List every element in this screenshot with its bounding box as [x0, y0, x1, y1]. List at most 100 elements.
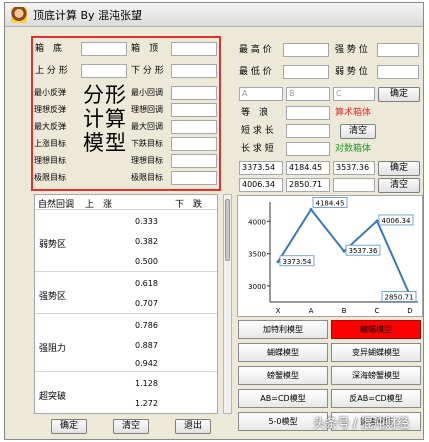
- zone-breakout: 超突破: [39, 392, 67, 402]
- y-tick-label: 3500: [248, 251, 266, 259]
- ideal-target2-field[interactable]: [171, 154, 217, 168]
- equal-wave-field[interactable]: [286, 106, 330, 120]
- confirm-abc-button[interactable]: 确定: [378, 87, 420, 102]
- y-tick-label: 3000: [248, 283, 266, 291]
- strong-pos-field[interactable]: [377, 43, 419, 57]
- ratio-value: 0.382: [135, 237, 158, 246]
- pattern-button-1[interactable]: 蝙蝠模型: [331, 320, 421, 339]
- ideal-pullback-field[interactable]: [171, 103, 217, 117]
- clear-ratio-button[interactable]: 清空: [340, 124, 376, 139]
- app-window: 顶底计算 By 混沌张望 箱 底 箱 顶 上 分 形 下 分 形 最小反弹 理想…: [4, 2, 424, 440]
- pattern-chart: 3000 3500 4000 X 3373.54 A 4184.45 B 3537.36 C 400…: [237, 195, 423, 317]
- data-point: [375, 219, 379, 223]
- limit-target2-label: 极限目标: [131, 173, 163, 182]
- data-label: 3373.54: [283, 258, 312, 266]
- ratio-list: 自然回调 上 涨 下 跌 0.333 0.382 0.500 弱势区 0.618…: [34, 194, 218, 414]
- window-title: 顶底计算 By 混沌张望: [33, 8, 143, 22]
- ideal-target2-label: 理想目标: [131, 156, 163, 165]
- pattern-button-6[interactable]: AB=CD模型: [238, 389, 328, 408]
- list-header-divider: [35, 209, 217, 210]
- x-tick-label: B: [342, 307, 347, 315]
- app-avatar-icon: [11, 6, 27, 23]
- max-price-label: 最 高 价: [239, 45, 272, 55]
- box-top-field[interactable]: [171, 42, 217, 56]
- point-c-input[interactable]: 4006.34: [239, 178, 283, 192]
- pattern-button-5[interactable]: 深海螃蟹模型: [331, 366, 421, 385]
- confirm-xabcd-button[interactable]: 确定: [378, 161, 420, 176]
- min-pullback-field[interactable]: [171, 86, 217, 100]
- zone-divider: [35, 271, 217, 272]
- down-fractal-field[interactable]: [171, 64, 217, 78]
- max-rebound-label: 最大反弹: [34, 122, 66, 131]
- short-long-label: 短 求 长: [241, 126, 274, 136]
- point-a-input[interactable]: 4184.45: [286, 161, 330, 175]
- down-fractal-label: 下 分 形: [131, 66, 164, 76]
- ratio-value: 0.707: [135, 299, 158, 308]
- point-x-input[interactable]: 3373.54: [239, 161, 283, 175]
- ratio-value: 1.272: [135, 399, 158, 408]
- limit-target-label: 极限目标: [34, 173, 66, 182]
- arith-box-label: 算术箱体: [335, 108, 372, 118]
- clear-button[interactable]: 清空: [113, 419, 149, 434]
- ratio-value: 0.942: [135, 359, 158, 368]
- rise-target-label: 上涨目标: [34, 139, 66, 148]
- big-title-3: 模型: [83, 131, 127, 155]
- zone-strong: 强势区: [39, 292, 67, 302]
- box-bottom-label: 箱 底: [35, 44, 63, 54]
- ratio-value: 0.887: [135, 341, 158, 350]
- point-b-field[interactable]: B: [286, 87, 330, 101]
- max-pullback-label: 最大回调: [131, 122, 163, 131]
- point-a-field[interactable]: A: [239, 87, 283, 101]
- point-b-input[interactable]: 3537.36: [333, 161, 375, 175]
- pattern-button-7[interactable]: 反AB=CD模型: [331, 389, 421, 408]
- pattern-button-4[interactable]: 螃蟹模型: [238, 366, 328, 385]
- ratio-value: 0.333: [135, 217, 158, 226]
- strong-pos-label: 强 势 位: [335, 45, 368, 55]
- pattern-button-2[interactable]: 蝴蝶模型: [238, 343, 328, 362]
- exit-button[interactable]: 退出: [175, 419, 211, 434]
- box-bottom-field[interactable]: [81, 42, 127, 56]
- watermark-text: 头条号 / 混沌财经: [313, 416, 409, 430]
- long-short-field[interactable]: [286, 142, 330, 156]
- box-top-label: 箱 顶: [131, 44, 159, 54]
- max-pullback-field[interactable]: [171, 120, 217, 134]
- up-fractal-field[interactable]: [81, 64, 127, 78]
- point-extra-input[interactable]: [333, 178, 375, 192]
- data-label: 4184.45: [316, 199, 345, 207]
- long-short-label: 长 求 短: [241, 144, 274, 154]
- ideal-target-label: 理想目标: [34, 156, 66, 165]
- min-price-field[interactable]: [283, 65, 329, 79]
- ratio-value: 0.500: [135, 257, 158, 266]
- pattern-chart-svg: 3000 3500 4000 X 3373.54 A 4184.45 B 3537.36 C 400…: [248, 197, 418, 315]
- data-label: 2850.71: [385, 294, 414, 302]
- list-scrollbar-thumb[interactable]: [225, 199, 230, 261]
- limit-target2-field[interactable]: [171, 171, 217, 185]
- min-price-label: 最 低 价: [239, 67, 272, 77]
- ideal-rebound-label: 理想反弹: [34, 105, 66, 114]
- zone-weak: 弱势区: [39, 240, 67, 250]
- pattern-button-0[interactable]: 加特利模型: [238, 320, 328, 339]
- x-tick-label: A: [309, 307, 314, 315]
- list-scrollbar[interactable]: [223, 194, 232, 414]
- data-label: 4006.34: [382, 217, 411, 225]
- weak-pos-field[interactable]: [377, 65, 419, 79]
- ideal-pullback-label: 理想回调: [131, 105, 163, 114]
- clear-xabcd-button[interactable]: 清空: [378, 178, 420, 193]
- data-point: [276, 260, 280, 264]
- short-long-field[interactable]: [286, 124, 330, 138]
- up-fractal-label: 上 分 形: [35, 66, 68, 76]
- fall-target-label: 下跌目标: [131, 139, 163, 148]
- zone-divider: [35, 371, 217, 372]
- confirm-button[interactable]: 确定: [51, 419, 87, 434]
- log-box-label: 对数箱体: [335, 144, 372, 154]
- y-tick-label: 4000: [248, 218, 266, 226]
- title-bar: 顶底计算 By 混沌张望: [5, 3, 423, 27]
- weak-pos-label: 弱 势 位: [335, 67, 368, 77]
- point-d-input[interactable]: 2850.71: [286, 178, 330, 192]
- ratio-value: 0.618: [135, 279, 158, 288]
- max-price-field[interactable]: [283, 43, 329, 57]
- fall-target-field[interactable]: [171, 137, 217, 151]
- zone-resistance: 强阻力: [39, 344, 67, 354]
- pattern-button-3[interactable]: 变异蝴蝶模型: [331, 343, 421, 362]
- point-c-field[interactable]: C: [333, 87, 375, 101]
